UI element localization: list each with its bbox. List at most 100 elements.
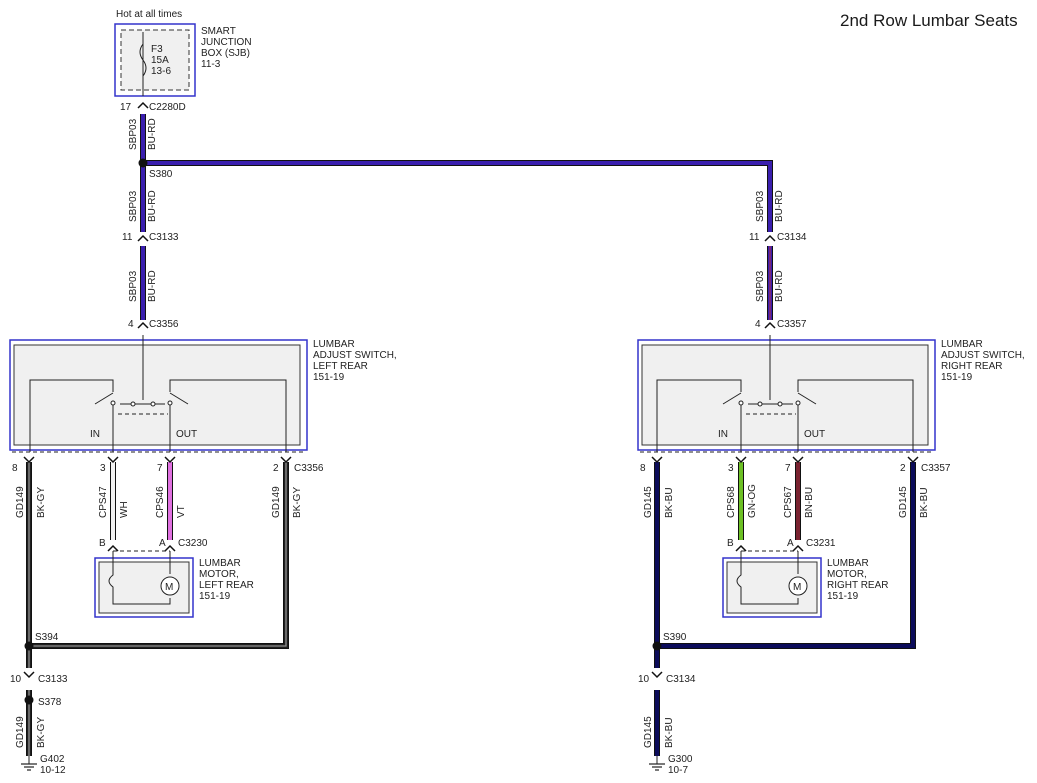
chevron-switch-pin-6 [792, 456, 804, 464]
splice-s390 [652, 641, 662, 651]
fuse-ref: 13-6 [151, 66, 171, 77]
left-wire-top-color: BU-RD [147, 118, 158, 150]
wire-sbp03-bus [143, 161, 772, 232]
chevron-switch-pin-2 [164, 456, 176, 464]
left-motor-name-2: MOTOR, [199, 569, 239, 580]
left-switch-inner [13, 344, 301, 446]
chevron-motor-pin-3 [792, 544, 804, 552]
left-pin-8: 8 [12, 463, 18, 474]
right-pin-8: 8 [640, 463, 646, 474]
right-motor-name-2: MOTOR, [827, 569, 867, 580]
left-switch-conn: C3356 [149, 319, 179, 330]
left-ground-id: G402 [40, 754, 65, 765]
right-wire-gnd-circuit: GD145 [643, 716, 654, 748]
sjb-name-1: SMART [201, 26, 236, 37]
right-c3134-low-pin: 10 [638, 674, 650, 685]
right-wire-7-circuit: CPS67 [783, 486, 794, 518]
right-wire-3-circuit: CPS68 [726, 486, 737, 518]
sjb-connector: C2280D [149, 102, 186, 113]
left-c3133-low-pin: 10 [10, 674, 22, 685]
chevron-c3133-top [137, 234, 149, 242]
splice-s378 [24, 695, 34, 705]
right-motor-name-3: RIGHT REAR [827, 580, 889, 591]
right-bottom-conn: C3357 [921, 463, 951, 474]
left-wire-mid-circuit: SBP03 [128, 190, 139, 222]
left-ground-symbol [21, 756, 37, 771]
left-motor-name-1: LUMBAR [199, 558, 241, 569]
right-ground-symbol [649, 756, 665, 771]
right-motor-name-1: LUMBAR [827, 558, 869, 569]
fuse-id: F3 [151, 44, 163, 55]
left-wire-3-color: WH [119, 501, 130, 518]
left-wire-7-color: VT [176, 505, 187, 518]
diagram-title: 2nd Row Lumbar Seats [840, 11, 1018, 30]
right-wire-gnd-color: BK-BU [664, 717, 675, 748]
right-c3134-label: C3134 [777, 232, 807, 243]
right-c3134-pin: 11 [749, 232, 760, 243]
left-motor-conn: C3230 [178, 538, 208, 549]
left-switch-name-3: LEFT REAR [313, 361, 368, 372]
right-motor-pin-a: A [787, 538, 794, 549]
right-wire-8-circuit: GD145 [643, 486, 654, 518]
right-wire-2-circuit: GD145 [898, 486, 909, 518]
chevron-c3134-low [651, 671, 663, 679]
left-motor-name-3: LEFT REAR [199, 580, 254, 591]
left-pin-3: 3 [100, 463, 106, 474]
right-wire-top-color: BU-RD [774, 190, 785, 222]
chevron-switch-pin-7 [907, 456, 919, 464]
splice-s394-label: S394 [35, 632, 59, 643]
chevron-switch-pin-0 [23, 456, 35, 464]
left-wire-mid-color: BU-RD [147, 190, 158, 222]
left-c3133-low-label: C3133 [38, 674, 68, 685]
left-wire-8-color: BK-GY [36, 487, 47, 518]
chevron-motor-pin-2 [735, 544, 747, 552]
right-motor-conn: C3231 [806, 538, 836, 549]
right-wire-low-color: BU-RD [774, 270, 785, 302]
right-wire-3-color: GN-OG [747, 484, 758, 518]
right-c3134-low-label: C3134 [666, 674, 696, 685]
chevron-c3357-in [764, 321, 776, 329]
right-motor-name-4: 151-19 [827, 591, 859, 602]
left-wire-low-circuit: SBP03 [128, 270, 139, 302]
right-switch-name-4: 151-19 [941, 372, 973, 383]
chevron-c3133-low [23, 671, 35, 679]
left-c3133-label: C3133 [149, 232, 179, 243]
right-ground-ref: 10-7 [668, 765, 688, 776]
right-ground-id: G300 [668, 754, 693, 765]
chevron-motor-pin-0 [107, 544, 119, 552]
left-wire-2-circuit: GD149 [271, 486, 282, 518]
right-out-label: OUT [804, 429, 825, 440]
right-pin-3: 3 [728, 463, 734, 474]
left-wire-7-circuit: CPS46 [155, 486, 166, 518]
right-switch-conn: C3357 [777, 319, 807, 330]
splice-s380-label: S380 [149, 169, 173, 180]
chevron-switch-pin-4 [651, 456, 663, 464]
left-wire-top-circuit: SBP03 [128, 118, 139, 150]
left-lumbar-motor: M [94, 550, 194, 618]
right-switch-name-2: ADJUST SWITCH, [941, 350, 1025, 361]
left-c3133-pin: 11 [122, 232, 133, 243]
splice-s390-label: S390 [663, 632, 687, 643]
wire-sbp03-bus-outline [143, 160, 773, 232]
left-pin-2: 2 [273, 463, 279, 474]
right-switch-in-pin: 4 [755, 319, 761, 330]
left-motor-pin-b: B [99, 538, 106, 549]
left-out-label: OUT [176, 429, 197, 440]
sjb-pin: 17 [120, 102, 132, 113]
left-switch-name-2: ADJUST SWITCH, [313, 350, 397, 361]
left-wire-3-circuit: CPS47 [98, 486, 109, 518]
right-in-label: IN [718, 429, 728, 440]
right-lumbar-motor: M [722, 550, 822, 618]
right-wire-top-circuit: SBP03 [755, 190, 766, 222]
fuse-rating: 15A [151, 55, 169, 66]
right-wire-low-circuit: SBP03 [755, 270, 766, 302]
chevron-c2280d [137, 101, 149, 109]
left-wire-8-circuit: GD149 [15, 486, 26, 518]
chevron-switch-pin-3 [280, 456, 292, 464]
wiring-diagram: 2nd Row Lumbar Seats Hot at all times F3… [9, 9, 1025, 776]
left-switch-name-1: LUMBAR [313, 339, 355, 350]
right-wire-2-color: BK-BU [919, 487, 930, 518]
chevron-c3356-in [137, 321, 149, 329]
left-bottom-conn: C3356 [294, 463, 324, 474]
left-motor-pin-a: A [159, 538, 166, 549]
